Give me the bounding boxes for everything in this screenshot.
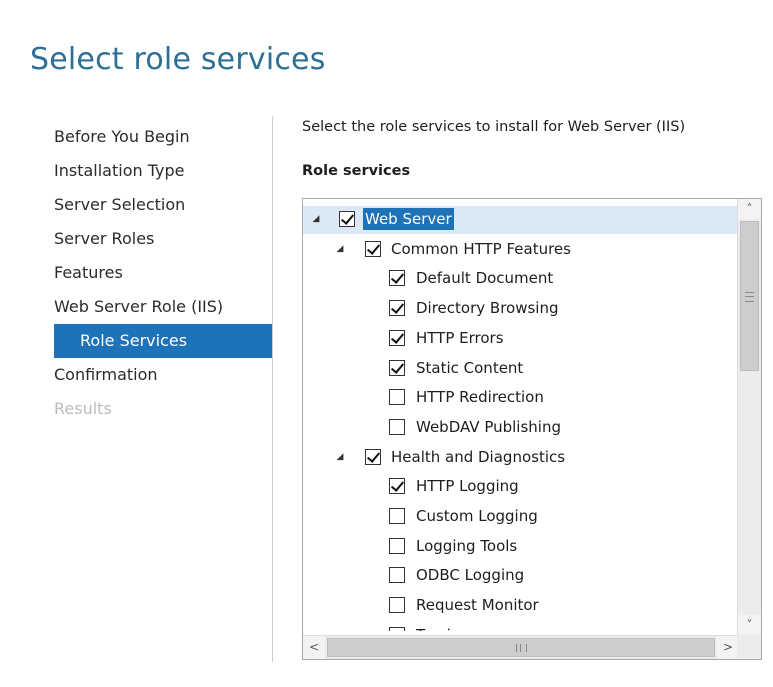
role-checkbox[interactable] (389, 478, 405, 495)
nav-item-role-services[interactable]: Role Services (54, 324, 272, 358)
nav-item-results: Results (54, 399, 112, 418)
tree-row[interactable]: ODBC Logging (303, 562, 738, 590)
role-checkbox[interactable] (389, 329, 405, 346)
nav-item-web-server-role[interactable]: Web Server Role (IIS) (54, 290, 272, 324)
tree-row[interactable]: ◢ Health and Diagnostics (303, 444, 738, 472)
role-checkbox[interactable] (339, 211, 355, 227)
scroll-up-icon[interactable]: ˄ (738, 199, 761, 219)
nav-item-installation-type[interactable]: Installation Type (54, 154, 272, 188)
role-label: HTTP Redirection (416, 388, 544, 407)
tree-row[interactable]: Directory Browsing (303, 295, 738, 323)
grip-icon (745, 292, 754, 302)
role-label: HTTP Logging (416, 477, 519, 496)
role-label: Tracing (414, 624, 472, 631)
expand-arrow-icon[interactable]: ◢ (335, 244, 345, 254)
tree-row[interactable]: Tracing (303, 622, 738, 631)
role-checkbox[interactable] (389, 508, 405, 524)
role-checkbox[interactable] (389, 389, 405, 406)
role-services-tree[interactable]: ◢ Web Server ◢ Common HTTP Features Default … (302, 198, 762, 660)
nav-item-server-selection[interactable]: Server Selection (54, 188, 272, 222)
role-label: Request Monitor (416, 596, 539, 615)
tree-row[interactable]: HTTP Redirection (303, 384, 738, 412)
nav-item-confirmation[interactable]: Confirmation (54, 358, 272, 392)
role-label: Web Server (363, 208, 454, 230)
tree-viewport: ◢ Web Server ◢ Common HTTP Features Default … (303, 199, 738, 631)
horizontal-scroll-thumb[interactable] (327, 638, 715, 657)
tree-row[interactable]: Request Monitor (303, 592, 738, 620)
role-label: ODBC Logging (416, 566, 525, 585)
nav-item-server-roles[interactable]: Server Roles (54, 222, 272, 256)
role-label: Default Document (416, 269, 554, 288)
role-label: Health and Diagnostics (391, 447, 566, 466)
tree-row[interactable]: Default Document (303, 265, 738, 293)
grip-icon (516, 644, 527, 652)
scroll-down-icon[interactable]: ˅ (738, 615, 761, 635)
role-checkbox[interactable] (389, 597, 405, 614)
page-description: Select the role services to install for … (302, 119, 686, 135)
nav-item-before-you-begin[interactable]: Before You Begin (54, 120, 272, 154)
role-label: Custom Logging (416, 507, 538, 525)
role-checkbox[interactable] (365, 448, 381, 465)
tree-row[interactable]: HTTP Logging (303, 473, 738, 501)
vertical-scroll-thumb[interactable] (740, 221, 759, 371)
vertical-scrollbar[interactable]: ˄ ˅ (737, 199, 761, 635)
horizontal-scrollbar[interactable]: < > (303, 635, 739, 659)
role-label: Static Content (416, 358, 524, 377)
tree-row[interactable]: Static Content (303, 355, 738, 383)
navigation-divider (272, 116, 273, 662)
role-checkbox[interactable] (389, 418, 405, 435)
role-services-heading: Role services (302, 163, 411, 179)
role-checkbox[interactable] (389, 626, 405, 631)
role-checkbox[interactable] (389, 537, 405, 554)
role-checkbox[interactable] (365, 240, 381, 257)
expand-arrow-icon[interactable]: ◢ (335, 452, 345, 462)
expand-arrow-icon[interactable]: ◢ (311, 214, 321, 224)
role-label: Directory Browsing (416, 299, 559, 318)
role-checkbox[interactable] (389, 567, 405, 584)
role-label: HTTP Errors (416, 328, 504, 347)
tree-row[interactable]: HTTP Errors (303, 325, 738, 353)
nav-item-features[interactable]: Features (54, 256, 272, 290)
role-checkbox[interactable] (389, 270, 405, 287)
tree-row[interactable]: Logging Tools (303, 533, 738, 561)
tree-row[interactable]: ◢ Common HTTP Features (303, 236, 738, 264)
role-label: Logging Tools (416, 536, 518, 555)
role-checkbox[interactable] (389, 359, 405, 376)
scroll-left-icon[interactable]: < (303, 636, 325, 659)
tree-row[interactable]: Custom Logging (303, 503, 738, 531)
tree-row[interactable]: ◢ Web Server (303, 206, 738, 234)
scroll-right-icon[interactable]: > (717, 636, 739, 659)
page-title: Select role services (30, 42, 326, 77)
tree-row[interactable]: WebDAV Publishing (303, 414, 738, 442)
role-label: Common HTTP Features (391, 239, 571, 258)
wizard-navigation: Before You Begin Installation Type Serve… (54, 120, 272, 426)
scrollbar-corner (737, 635, 761, 659)
role-label: WebDAV Publishing (416, 417, 561, 436)
role-checkbox[interactable] (389, 300, 405, 317)
